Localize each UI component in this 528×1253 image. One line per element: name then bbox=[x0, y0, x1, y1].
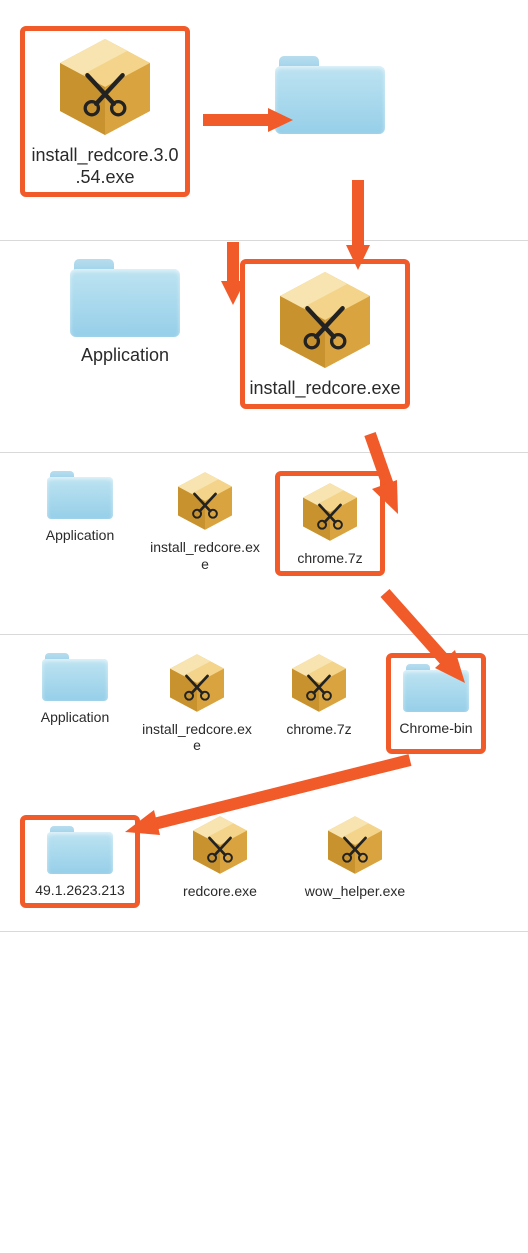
file-label: wow_helper.exe bbox=[305, 883, 405, 900]
file-label: 49.1.2623.213 bbox=[35, 882, 125, 899]
file-label: Chrome-bin bbox=[399, 720, 472, 737]
file-label: redcore.exe bbox=[183, 883, 257, 900]
file-label: chrome.7z bbox=[297, 550, 362, 567]
file-install-redcore-3[interactable]: install_redcore.exe bbox=[150, 471, 260, 576]
folder-icon bbox=[275, 56, 385, 134]
file-label: install_redcore.exe bbox=[249, 378, 400, 400]
file-install-redcore-exe[interactable]: install_redcore.exe bbox=[240, 259, 410, 409]
archive-icon bbox=[164, 653, 230, 713]
empty-folder[interactable] bbox=[245, 56, 415, 197]
folder-icon bbox=[70, 259, 180, 337]
folder-icon bbox=[47, 471, 113, 519]
folder-application-2[interactable]: Application bbox=[40, 259, 210, 409]
file-label: install_redcore.exe bbox=[142, 721, 252, 755]
step-4-panel: Application install_redcore.exe chrome.7… bbox=[0, 635, 528, 932]
file-redcore-exe[interactable]: redcore.exe bbox=[165, 815, 275, 908]
folder-icon bbox=[403, 664, 469, 712]
file-install-redcore-3054[interactable]: install_redcore.3.0.54.exe bbox=[20, 26, 190, 197]
file-label: chrome.7z bbox=[286, 721, 351, 738]
archive-icon bbox=[187, 815, 253, 875]
folder-icon bbox=[47, 826, 113, 874]
file-label: Application bbox=[41, 709, 110, 726]
file-label: Application bbox=[46, 527, 115, 544]
step-2-panel: Application install_redcore.exe bbox=[0, 241, 528, 453]
folder-application-4[interactable]: Application bbox=[20, 653, 130, 755]
archive-icon bbox=[270, 270, 380, 370]
file-chrome-7z-4[interactable]: chrome.7z bbox=[264, 653, 374, 755]
file-label: install_redcore.exe bbox=[150, 539, 260, 573]
archive-icon bbox=[50, 37, 160, 137]
folder-icon bbox=[42, 653, 108, 701]
folder-application-3[interactable]: Application bbox=[25, 471, 135, 576]
file-label: Application bbox=[81, 345, 169, 367]
archive-icon bbox=[322, 815, 388, 875]
archive-icon bbox=[286, 653, 352, 713]
archive-icon bbox=[172, 471, 238, 531]
folder-chrome-bin[interactable]: Chrome-bin bbox=[386, 653, 486, 755]
step-1-panel: install_redcore.3.0.54.exe bbox=[0, 0, 528, 241]
folder-version[interactable]: 49.1.2623.213 bbox=[20, 815, 140, 908]
file-label: install_redcore.3.0.54.exe bbox=[29, 145, 181, 188]
archive-icon bbox=[297, 482, 363, 542]
step-3-panel: Application install_redcore.exe chrome.7… bbox=[0, 453, 528, 635]
file-install-redcore-4[interactable]: install_redcore.exe bbox=[142, 653, 252, 755]
file-wow-helper-exe[interactable]: wow_helper.exe bbox=[300, 815, 410, 908]
file-chrome-7z[interactable]: chrome.7z bbox=[275, 471, 385, 576]
